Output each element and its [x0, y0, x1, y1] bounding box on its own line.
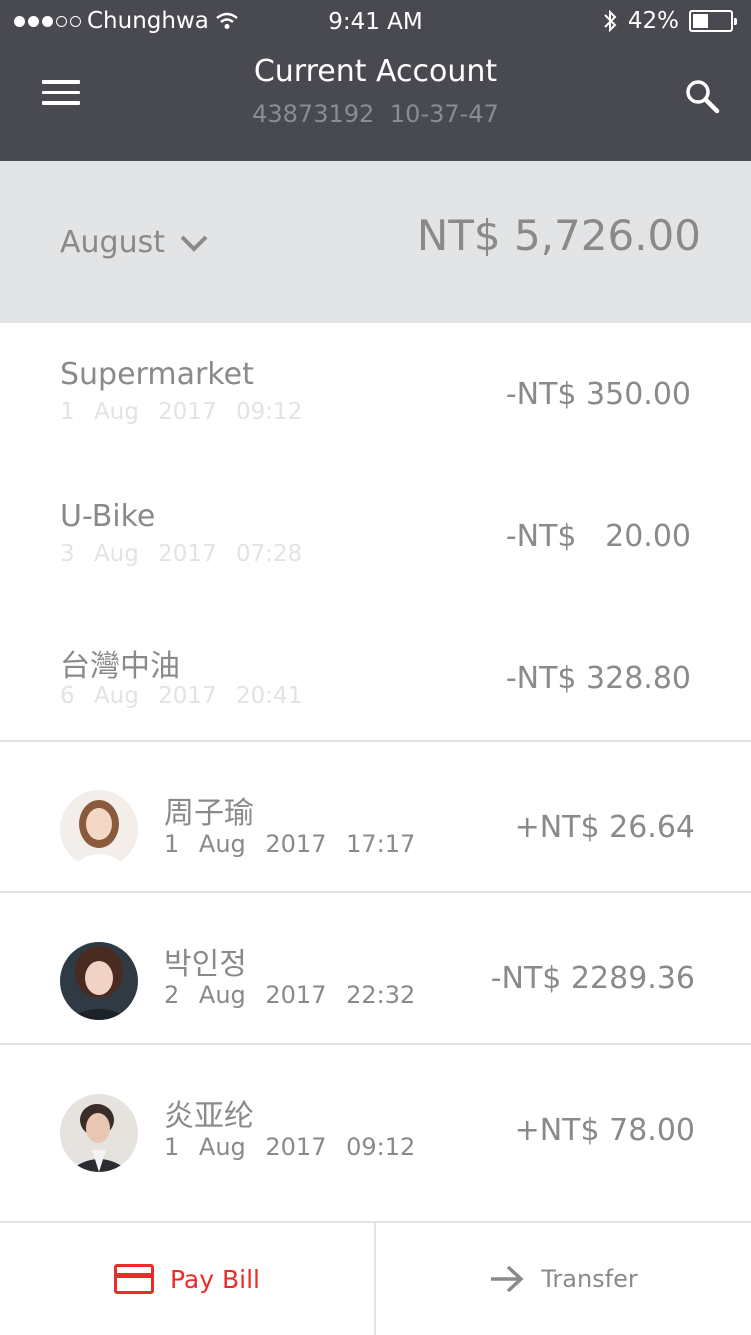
- contact-transaction-row[interactable]: 周子瑜 1 Aug 2017 17:17 +NT$ 26.64: [0, 742, 751, 892]
- transaction-row[interactable]: Supermarket 1 Aug 2017 09:12 -NT$ 350.00: [0, 323, 751, 465]
- transaction-date: 6 Aug 2017 20:41: [60, 683, 303, 709]
- contact-date: 2 Aug 2017 22:32: [164, 981, 416, 1009]
- bluetooth-icon: [604, 9, 617, 33]
- transfer-button[interactable]: Transfer: [374, 1223, 751, 1335]
- transaction-amount: -NT$ 350.00: [505, 377, 691, 412]
- transaction-amount: -NT$ 328.80: [505, 661, 691, 696]
- transaction-date: 1 Aug 2017 09:12: [60, 399, 303, 425]
- contact-name: 炎亚纶: [164, 1099, 254, 1134]
- transaction-name: U-Bike: [60, 499, 156, 534]
- contact-name: 周子瑜: [164, 796, 254, 831]
- device-status: 42%: [602, 8, 737, 34]
- transaction-row[interactable]: 台灣中油 6 Aug 2017 20:41 -NT$ 328.80: [0, 607, 751, 741]
- transaction-name: 台灣中油: [60, 649, 180, 684]
- contact-amount: +NT$ 78.00: [514, 1113, 695, 1148]
- contact-transaction-row[interactable]: 炎亚纶 1 Aug 2017 09:12 +NT$ 78.00: [0, 1045, 751, 1195]
- contact-date: 1 Aug 2017 17:17: [164, 830, 416, 858]
- status-bar: Chunghwa 9:41 AM 42%: [0, 0, 751, 44]
- month-balance: NT$ 5,726.00: [416, 211, 701, 260]
- transaction-name: Supermarket: [60, 357, 254, 392]
- battery-percent: 42%: [627, 8, 679, 34]
- transfer-label: Transfer: [541, 1265, 638, 1293]
- contact-amount: -NT$ 2289.36: [490, 961, 695, 996]
- arrow-right-icon: [491, 1265, 524, 1293]
- credit-card-icon: [113, 1264, 154, 1294]
- month-selector[interactable]: August: [60, 225, 209, 260]
- transaction-date: 3 Aug 2017 07:28: [60, 541, 303, 567]
- app-header: Chunghwa 9:41 AM 42% Current Account 438…: [0, 0, 751, 161]
- avatar: [60, 942, 138, 1020]
- account-number: 43873192 10-37-47: [252, 100, 499, 128]
- avatar: [60, 1094, 138, 1172]
- pay-bill-button[interactable]: Pay Bill: [0, 1223, 374, 1335]
- transaction-amount: -NT$ 20.00: [505, 519, 691, 554]
- contact-date: 1 Aug 2017 09:12: [164, 1133, 416, 1161]
- avatar: [60, 790, 138, 868]
- battery-icon: [689, 10, 737, 32]
- contact-name: 박인정: [164, 947, 247, 982]
- search-icon[interactable]: [684, 78, 720, 114]
- month-label: August: [60, 225, 165, 260]
- bottom-action-bar: Pay Bill Transfer: [0, 1221, 751, 1335]
- pay-bill-label: Pay Bill: [169, 1264, 260, 1294]
- contact-amount: +NT$ 26.64: [514, 810, 695, 845]
- transaction-row[interactable]: U-Bike 3 Aug 2017 07:28 -NT$ 20.00: [0, 465, 751, 607]
- month-summary-bar: August NT$ 5,726.00: [0, 161, 751, 323]
- chevron-down-icon: [180, 235, 208, 252]
- contact-transaction-row[interactable]: 박인정 2 Aug 2017 22:32 -NT$ 2289.36: [0, 893, 751, 1043]
- page-title: Current Account: [253, 54, 498, 89]
